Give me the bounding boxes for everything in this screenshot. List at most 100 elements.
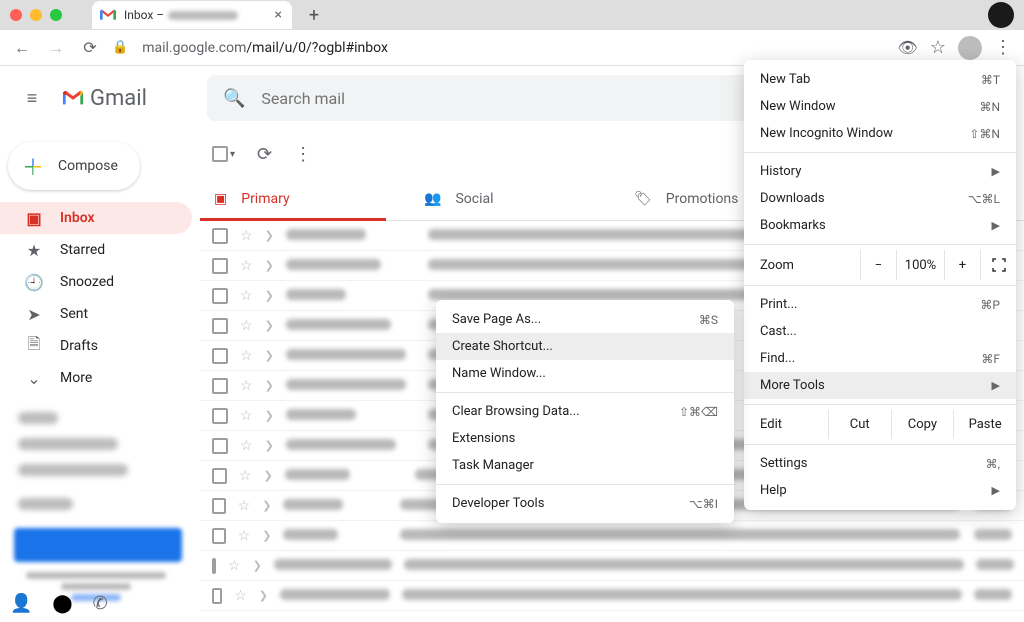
menu-bookmarks[interactable]: Bookmarks▶: [744, 212, 1016, 239]
forward-button[interactable]: →: [44, 36, 68, 60]
sidebar-item-starred[interactable]: ★Starred: [0, 234, 192, 266]
drafts-icon: 🗎: [24, 333, 44, 360]
menu-task-manager[interactable]: Task Manager: [436, 452, 734, 479]
menu-new-incognito[interactable]: New Incognito Window⇧⌘N: [744, 120, 1016, 147]
select-all-checkbox[interactable]: ▾: [212, 146, 235, 162]
gmail-brand-text: Gmail: [90, 86, 147, 111]
menu-find[interactable]: Find...⌘F: [744, 345, 1016, 372]
menu-help[interactable]: Help▶: [744, 477, 1016, 504]
back-button[interactable]: ←: [10, 36, 34, 60]
zoom-in-button[interactable]: +: [944, 250, 980, 280]
send-icon: ➤: [24, 305, 44, 324]
refresh-button[interactable]: ⟳: [257, 144, 272, 165]
mail-row[interactable]: ☆❯: [200, 521, 1024, 551]
new-tab-button[interactable]: +: [302, 3, 326, 27]
menu-create-shortcut[interactable]: Create Shortcut...: [436, 333, 734, 360]
zoom-out-button[interactable]: −: [860, 250, 896, 280]
search-icon: 🔍: [223, 88, 245, 109]
menu-edit-row: Edit Cut Copy Paste: [744, 410, 1016, 439]
clock-icon: 🕘: [24, 273, 44, 292]
account-avatar[interactable]: [958, 36, 982, 60]
menu-cast[interactable]: Cast...: [744, 318, 1016, 345]
gmail-m-icon: [62, 89, 84, 107]
tab-social[interactable]: 👥Social: [410, 178, 620, 220]
sidebar-footer: 👤 ⬤ ✆: [10, 593, 108, 614]
zoom-value: 100%: [896, 250, 944, 280]
lock-icon[interactable]: 🔒: [112, 40, 128, 55]
mail-row[interactable]: ☆❯: [200, 551, 1024, 581]
compose-button[interactable]: ＋ Compose: [8, 142, 140, 190]
sidebar-item-sent[interactable]: ➤Sent: [0, 298, 192, 330]
browser-tab-inbox[interactable]: Inbox – ×: [92, 1, 292, 29]
people-icon: 👥: [424, 191, 441, 207]
menu-name-window[interactable]: Name Window...: [436, 360, 734, 387]
tag-icon: 🏷: [634, 191, 652, 207]
menu-zoom-row: Zoom − 100% +: [744, 250, 1016, 280]
sidebar-item-snoozed[interactable]: 🕘Snoozed: [0, 266, 192, 298]
menu-more-tools[interactable]: More Tools▶: [744, 372, 1016, 399]
row-checkbox[interactable]: [212, 228, 228, 244]
fullscreen-button[interactable]: [980, 250, 1016, 280]
chrome-menu-button[interactable]: ⋮: [994, 37, 1012, 58]
tab-close-icon[interactable]: ×: [275, 7, 282, 23]
menu-cut[interactable]: Cut: [828, 410, 891, 439]
gmail-logo[interactable]: Gmail: [62, 86, 147, 111]
eye-icon[interactable]: 👁: [898, 38, 918, 57]
menu-copy[interactable]: Copy: [891, 410, 954, 439]
inbox-icon: ▣: [24, 209, 44, 228]
importance-icon[interactable]: ❯: [265, 229, 274, 242]
edit-label: Edit: [744, 410, 828, 439]
submenu-arrow-icon: ▶: [992, 219, 1000, 232]
tab-primary[interactable]: ▣Primary: [200, 178, 410, 220]
reload-button[interactable]: ⟳: [78, 36, 102, 60]
menu-new-window[interactable]: New Window⌘N: [744, 93, 1016, 120]
sidebar-item-drafts[interactable]: 🗎Drafts: [0, 330, 192, 362]
menu-settings[interactable]: Settings⌘,: [744, 450, 1016, 477]
submenu-arrow-icon: ▶: [992, 165, 1000, 178]
phone-icon[interactable]: ✆: [93, 593, 108, 614]
window-controls: [10, 9, 62, 21]
submenu-arrow-icon: ▶: [992, 379, 1000, 392]
profile-button[interactable]: [988, 2, 1014, 28]
menu-new-tab[interactable]: New Tab⌘T: [744, 66, 1016, 93]
menu-developer-tools[interactable]: Developer Tools⌥⌘I: [436, 490, 734, 517]
gmail-favicon-icon: [100, 7, 116, 23]
menu-print[interactable]: Print...⌘P: [744, 291, 1016, 318]
bookmark-star-icon[interactable]: ☆: [930, 37, 946, 58]
sidebar-item-more[interactable]: ⌄More: [0, 362, 192, 394]
minimize-window-button[interactable]: [30, 9, 42, 21]
chrome-menu: New Tab⌘T New Window⌘N New Incognito Win…: [744, 60, 1016, 510]
submenu-arrow-icon: ▶: [992, 484, 1000, 497]
gmail-sidebar: ＋ Compose ▣Inbox ★Starred 🕘Snoozed ➤Sent…: [0, 130, 200, 622]
sidebar-section-hangouts: [18, 498, 73, 510]
hangouts-signin-button[interactable]: [14, 528, 182, 562]
row-star-icon[interactable]: ☆: [240, 228, 253, 244]
menu-clear-browsing-data[interactable]: Clear Browsing Data...⇧⌘⌫: [436, 398, 734, 425]
mail-row[interactable]: ☆❯: [200, 581, 1024, 611]
tab-title: Inbox –: [124, 8, 164, 22]
chat-icon[interactable]: ⬤: [52, 593, 72, 614]
plus-icon: ＋: [22, 150, 44, 182]
fullscreen-icon: [992, 258, 1006, 272]
main-menu-icon[interactable]: ≡: [12, 78, 52, 118]
menu-extensions[interactable]: Extensions: [436, 425, 734, 452]
tab-title-blurred: [168, 11, 238, 20]
sidebar-item-inbox[interactable]: ▣Inbox: [0, 202, 192, 234]
person-icon[interactable]: 👤: [10, 593, 32, 614]
more-tools-submenu: Save Page As...⌘S Create Shortcut... Nam…: [436, 300, 734, 523]
compose-label: Compose: [58, 158, 118, 174]
chevron-down-icon: ⌄: [24, 369, 44, 388]
menu-history[interactable]: History▶: [744, 158, 1016, 185]
url-display[interactable]: mail.google.com/mail/u/0/?ogbl#inbox: [142, 40, 887, 56]
sidebar-section-meet: [18, 412, 128, 476]
menu-downloads[interactable]: Downloads⌥⌘L: [744, 185, 1016, 212]
menu-paste[interactable]: Paste: [953, 410, 1016, 439]
star-icon: ★: [24, 241, 44, 260]
menu-save-page[interactable]: Save Page As...⌘S: [436, 306, 734, 333]
zoom-label: Zoom: [744, 252, 860, 279]
maximize-window-button[interactable]: [50, 9, 62, 21]
inbox-tab-icon: ▣: [214, 191, 227, 207]
more-actions-button[interactable]: ⋮: [294, 144, 312, 165]
titlebar: Inbox – × +: [0, 0, 1024, 30]
close-window-button[interactable]: [10, 9, 22, 21]
